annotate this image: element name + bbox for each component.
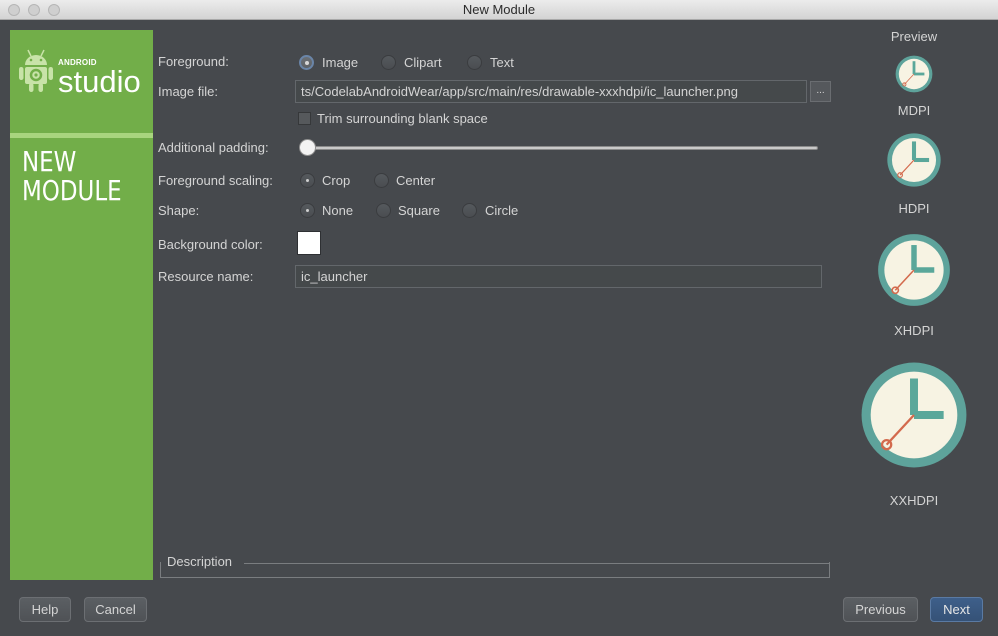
shape-label: Shape: xyxy=(158,203,200,218)
preview-hdpi-label: HDPI xyxy=(898,201,930,216)
foreground-image-label: Image xyxy=(322,55,359,70)
cancel-button[interactable]: Cancel xyxy=(84,597,147,622)
help-button[interactable]: Help xyxy=(19,597,71,622)
trim-label: Trim surrounding blank space xyxy=(317,111,488,126)
heading-line-2: MODULE xyxy=(22,174,122,207)
brand-studio-text: studio xyxy=(58,64,141,99)
trim-checkbox[interactable] xyxy=(298,112,311,125)
image-file-label: Image file: xyxy=(158,84,218,99)
shape-square-label: Square xyxy=(398,203,440,218)
window-titlebar: New Module xyxy=(0,0,998,20)
preview-xhdpi-label: XHDPI xyxy=(894,323,934,338)
scaling-center-radio[interactable] xyxy=(374,173,389,188)
clock-icon xyxy=(887,133,941,187)
browse-button[interactable]: ... xyxy=(810,81,831,102)
resource-name-label: Resource name: xyxy=(158,269,254,284)
padding-slider-handle[interactable] xyxy=(299,139,316,156)
description-label: Description xyxy=(167,554,233,569)
sidebar-divider xyxy=(10,133,153,138)
shape-none-radio[interactable] xyxy=(300,203,315,218)
foreground-label: Foreground: xyxy=(158,54,229,69)
preview-mdpi-label: MDPI xyxy=(897,103,931,118)
clock-icon xyxy=(878,234,950,306)
foreground-image-radio[interactable] xyxy=(299,55,314,70)
padding-slider-track[interactable] xyxy=(305,146,818,150)
wizard-sidebar: ANDROID studio NEW MODULE xyxy=(10,30,153,580)
preview-title: Preview xyxy=(890,29,938,44)
shape-square-radio[interactable] xyxy=(376,203,391,218)
background-color-label: Background color: xyxy=(158,237,263,252)
foreground-clipart-label: Clipart xyxy=(404,55,442,70)
foreground-text-radio[interactable] xyxy=(467,55,482,70)
previous-button[interactable]: Previous xyxy=(843,597,918,622)
heading-line-1: NEW xyxy=(22,145,77,178)
image-file-input[interactable]: ts/CodelabAndroidWear/app/src/main/res/d… xyxy=(295,80,807,103)
foreground-clipart-radio[interactable] xyxy=(381,55,396,70)
description-divider xyxy=(244,563,830,564)
android-studio-logo: ANDROID studio xyxy=(18,48,153,108)
foreground-scaling-label: Foreground scaling: xyxy=(158,173,273,188)
next-button[interactable]: Next xyxy=(930,597,983,622)
foreground-text-label: Text xyxy=(490,55,514,70)
clock-icon xyxy=(861,362,967,468)
clock-icon xyxy=(895,55,933,93)
shape-circle-radio[interactable] xyxy=(462,203,477,218)
android-robot-icon xyxy=(19,49,53,92)
additional-padding-label: Additional padding: xyxy=(158,140,269,155)
window-title: New Module xyxy=(462,2,536,17)
preview-xxhdpi-label: XXHDPI xyxy=(889,493,939,508)
scaling-crop-radio[interactable] xyxy=(300,173,315,188)
description-panel xyxy=(160,562,830,578)
scaling-center-label: Center xyxy=(396,173,436,188)
wizard-step-heading: NEW MODULE xyxy=(22,147,122,205)
shape-circle-label: Circle xyxy=(485,203,519,218)
shape-none-label: None xyxy=(322,203,354,218)
background-color-swatch[interactable] xyxy=(297,231,321,255)
resource-name-input[interactable]: ic_launcher xyxy=(295,265,822,288)
scaling-crop-label: Crop xyxy=(322,173,351,188)
